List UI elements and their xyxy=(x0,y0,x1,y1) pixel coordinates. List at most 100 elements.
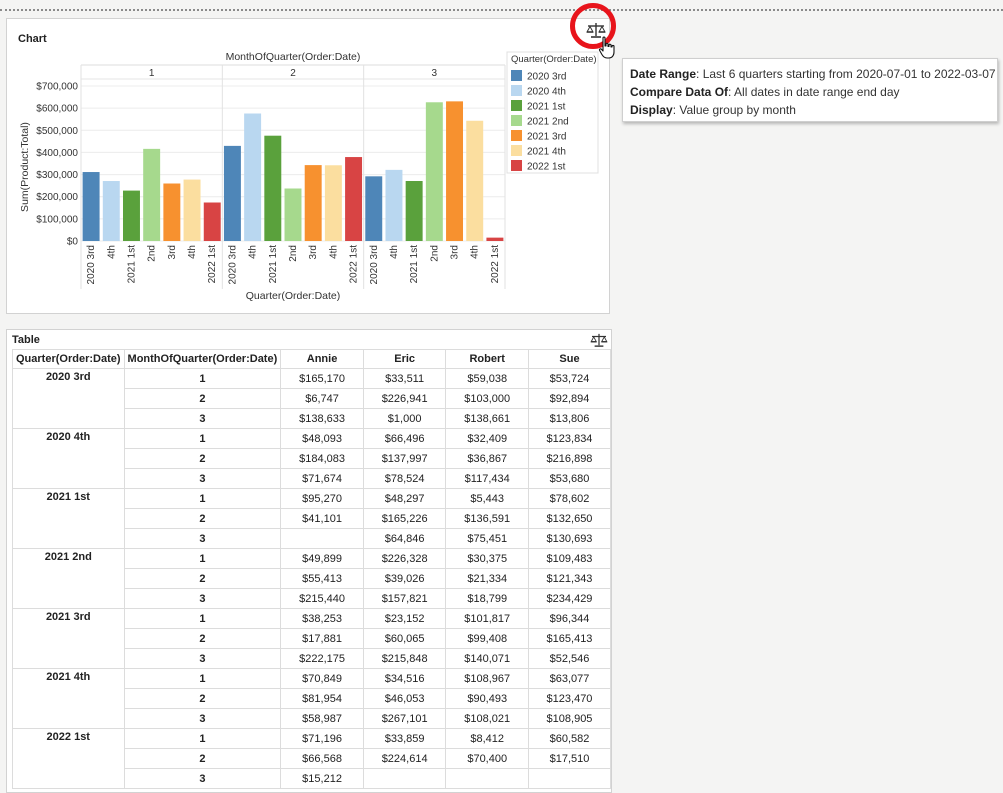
column-header-quarter[interactable]: Quarter(Order:Date) xyxy=(12,349,125,369)
bar[interactable] xyxy=(143,148,161,241)
x-axis-title: Quarter(Order:Date) xyxy=(246,290,341,302)
x-tick-label: 2021 1st xyxy=(409,245,420,284)
column-header-month[interactable]: MonthOfQuarter(Order:Date) xyxy=(123,349,282,369)
value-cell: $58,987 xyxy=(280,708,364,729)
month-cell: 1 xyxy=(123,488,282,509)
bar[interactable] xyxy=(244,113,262,241)
x-tick-label: 4th xyxy=(389,245,400,259)
value-cell: $157,821 xyxy=(362,588,447,609)
legend-label: 2022 1st xyxy=(527,162,566,173)
value-cell xyxy=(445,768,529,789)
column-header-eric[interactable]: Eric xyxy=(362,349,447,369)
bar[interactable] xyxy=(203,202,221,241)
bar[interactable] xyxy=(102,181,120,241)
month-cell: 1 xyxy=(123,368,282,389)
value-cell: $52,546 xyxy=(528,648,611,669)
month-cell: 2 xyxy=(123,388,282,409)
bar[interactable] xyxy=(223,145,241,241)
value-cell: $17,881 xyxy=(280,628,364,649)
bar[interactable] xyxy=(304,165,322,241)
bar[interactable] xyxy=(385,169,403,241)
value-cell: $6,747 xyxy=(280,388,364,409)
bar[interactable] xyxy=(324,165,342,241)
y-tick-label: $0 xyxy=(67,237,79,248)
month-cell: 2 xyxy=(123,448,282,469)
bar[interactable] xyxy=(183,179,201,241)
facet-label: 2 xyxy=(290,68,296,79)
legend-swatch xyxy=(511,100,522,111)
value-cell: $138,661 xyxy=(445,408,529,429)
bar[interactable] xyxy=(486,237,504,241)
value-cell: $1,000 xyxy=(362,408,447,429)
value-cell: $137,997 xyxy=(362,448,447,469)
table-panel-title: Table xyxy=(12,334,40,346)
value-cell: $71,196 xyxy=(280,728,364,749)
value-cell: $53,724 xyxy=(528,368,611,389)
value-cell: $99,408 xyxy=(445,628,529,649)
value-cell: $30,375 xyxy=(445,548,529,569)
bar[interactable] xyxy=(264,135,282,241)
bar[interactable] xyxy=(122,190,140,241)
value-cell: $53,680 xyxy=(528,468,611,489)
tooltip-label: Date Range xyxy=(630,67,697,81)
chart-panel[interactable]: Chart $0 $100,000 $200,000 $300,000 $400,000… xyxy=(6,18,610,314)
bar[interactable] xyxy=(466,120,484,241)
value-cell: $224,614 xyxy=(362,748,447,769)
bar[interactable] xyxy=(425,102,443,241)
value-cell: $48,093 xyxy=(280,428,364,449)
value-cell: $41,101 xyxy=(280,508,364,529)
bar[interactable] xyxy=(163,183,181,241)
y-tick-label: $700,000 xyxy=(36,82,78,93)
value-cell: $215,848 xyxy=(362,648,447,669)
x-tick-label: 3rd xyxy=(308,245,319,259)
value-cell: $136,591 xyxy=(445,508,529,529)
value-cell: $96,344 xyxy=(528,608,611,629)
table-header-row: Quarter(Order:Date) MonthOfQuarter(Order… xyxy=(12,349,611,369)
value-cell: $33,859 xyxy=(362,728,447,749)
bar[interactable] xyxy=(82,172,100,241)
table-row: 2021 4th 1 $70,849 $34,516 $108,967 $63,077 xyxy=(12,668,611,729)
x-tick-label: 2022 1st xyxy=(207,245,218,284)
table-panel[interactable]: Table Quarter(Order:Date) MonthOfQuarter… xyxy=(6,329,612,793)
value-cell: $46,053 xyxy=(362,688,447,709)
x-tick-label: 2020 3rd xyxy=(86,245,97,284)
bar[interactable] xyxy=(405,180,423,241)
table-row: 2022 1st 1 $71,196 $33,859 $8,412 $60,582 xyxy=(12,728,611,789)
value-cell: $39,026 xyxy=(362,568,447,589)
x-tick-label: 3rd xyxy=(450,245,461,259)
bar[interactable] xyxy=(446,101,464,242)
bar-chart[interactable]: $0 $100,000 $200,000 $300,000 $400,000 $500,0… xyxy=(7,19,609,313)
bar[interactable] xyxy=(365,176,383,241)
column-header-robert[interactable]: Robert xyxy=(445,349,529,369)
data-table[interactable]: Quarter(Order:Date) MonthOfQuarter(Order… xyxy=(12,349,611,789)
chart-title: MonthOfQuarter(Order:Date) xyxy=(226,51,361,63)
quarter-cell: 2020 3rd xyxy=(12,368,125,429)
value-cell: $49,899 xyxy=(280,548,364,569)
month-cell: 1 xyxy=(123,728,282,749)
value-cell: $60,582 xyxy=(528,728,611,749)
value-cell xyxy=(362,768,447,789)
quarter-cell: 2021 1st xyxy=(12,488,125,549)
legend-label: 2020 3rd xyxy=(527,72,566,83)
hand-pointer-icon xyxy=(598,36,615,59)
value-cell: $5,443 xyxy=(445,488,529,509)
value-cell: $90,493 xyxy=(445,688,529,709)
balance-scale-icon[interactable] xyxy=(590,333,608,347)
column-header-sue[interactable]: Sue xyxy=(528,349,611,369)
month-cell: 3 xyxy=(123,708,282,729)
tooltip-value: Value group by month xyxy=(679,103,796,117)
legend-label: 2020 4th xyxy=(527,87,566,98)
bar[interactable] xyxy=(284,188,302,241)
value-cell: $8,412 xyxy=(445,728,529,749)
value-cell: $123,470 xyxy=(528,688,611,709)
value-cell: $60,065 xyxy=(362,628,447,649)
value-cell: $36,867 xyxy=(445,448,529,469)
column-header-annie[interactable]: Annie xyxy=(280,349,364,369)
month-cell: 2 xyxy=(123,748,282,769)
legend-swatch xyxy=(511,160,522,171)
tooltip-row-compare-data: Compare Data Of: All dates in date range… xyxy=(630,85,900,99)
tooltip-row-display: Display: Value group by month xyxy=(630,103,796,117)
value-cell: $108,905 xyxy=(528,708,611,729)
bar[interactable] xyxy=(345,157,363,241)
tooltip-label: Compare Data Of xyxy=(630,85,729,99)
